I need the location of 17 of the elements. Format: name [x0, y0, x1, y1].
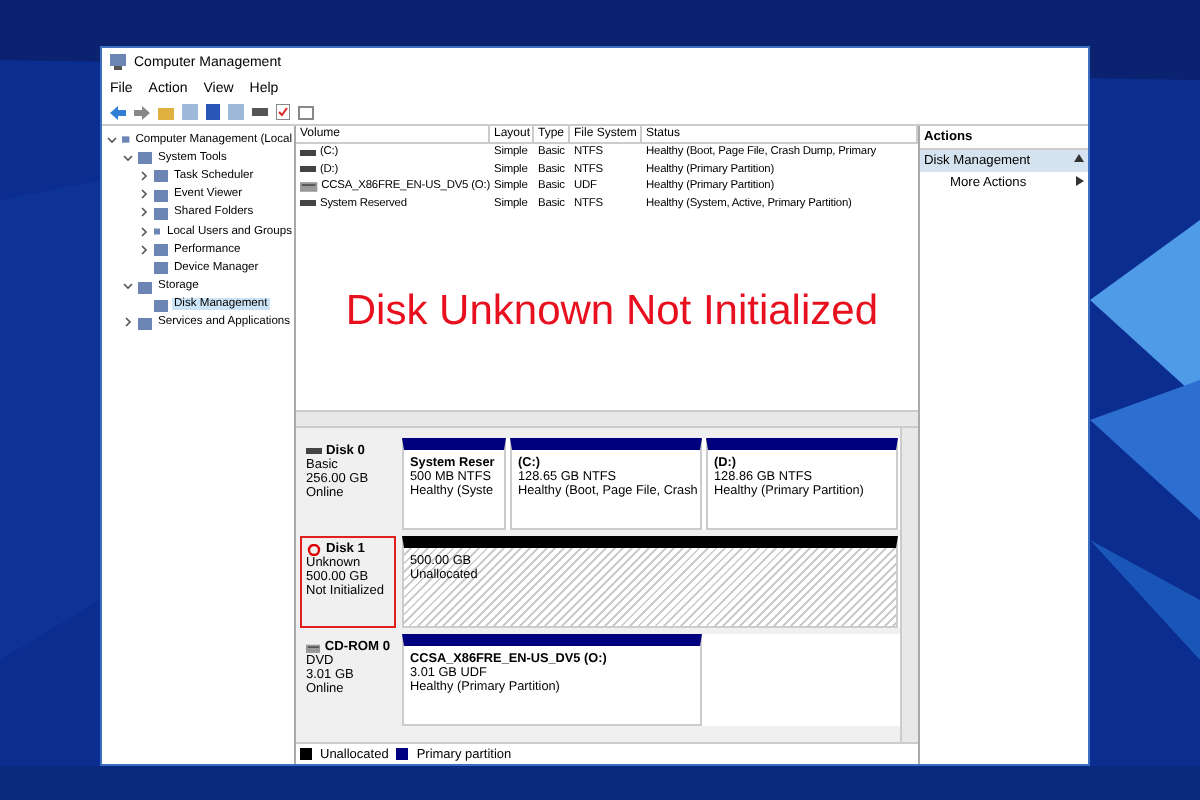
annotation-text: Disk Unknown Not Initialized — [345, 287, 878, 335]
computer-icon — [110, 54, 126, 70]
vertical-scrollbar[interactable] — [900, 428, 918, 742]
expanded-chevron-icon[interactable] — [122, 280, 134, 293]
cd-drive-icon — [306, 641, 321, 653]
back-arrow-icon[interactable] — [110, 105, 126, 119]
check-document-icon[interactable] — [276, 104, 290, 120]
drive-icon — [306, 448, 322, 454]
horizontal-scrollbar[interactable] — [296, 410, 918, 428]
collapsed-chevron-icon[interactable] — [122, 316, 134, 329]
drive-icon — [300, 200, 316, 207]
disk-error-icon — [306, 543, 322, 555]
cd-drive-icon — [300, 180, 318, 193]
forward-arrow-icon[interactable] — [134, 105, 150, 119]
submenu-arrow-icon — [1076, 176, 1084, 186]
window-icon[interactable] — [298, 105, 314, 119]
collapse-icon[interactable] — [1074, 154, 1084, 162]
